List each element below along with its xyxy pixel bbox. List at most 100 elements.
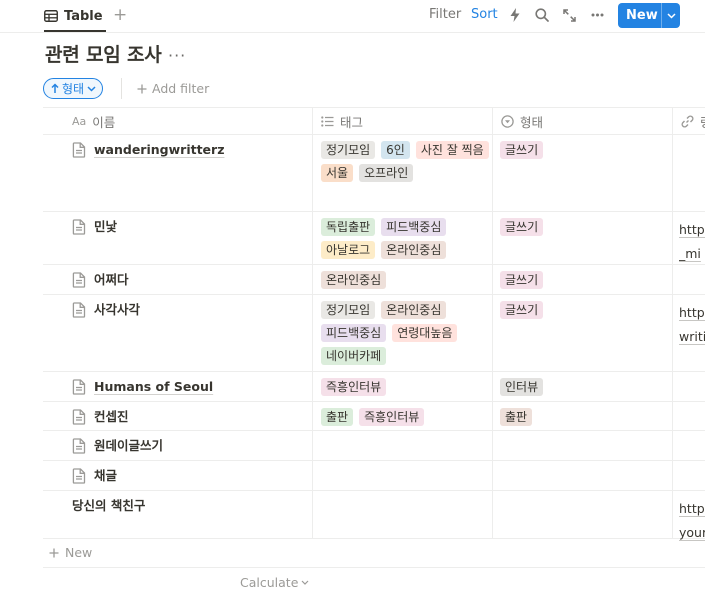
link-text[interactable]: writi [679,325,705,349]
new-button[interactable]: New [618,3,680,28]
row-title-cell[interactable]: wanderingwritterz [72,135,224,159]
tag-chip: 독립출판 [321,218,376,236]
row-title-cell[interactable]: 사각사각 [72,295,140,319]
row-title[interactable]: 채글 [94,467,117,485]
table-row[interactable]: 채글 [43,461,705,491]
view-toolbar: Table + Filter Sort New [0,0,705,32]
filter-button[interactable]: Filter [429,7,461,23]
table-row[interactable]: 민낯 독립출판 피드백중심아날로그 온라인중심 글쓰기 https://_mi [43,212,705,265]
type-chip: 글쓰기 [500,271,544,289]
more-options-icon[interactable] [589,7,605,23]
column-header-tags[interactable]: 태그 [321,108,363,135]
tag-chip: 6인 [381,141,410,159]
list-icon [321,116,334,127]
add-row-label: New [65,545,93,560]
page-icon [72,142,86,158]
add-filter-button[interactable]: Add filter [137,81,209,96]
tag-chip: 정기모임 [321,301,376,319]
link-text[interactable]: _mi [679,242,705,266]
type-cell[interactable]: 글쓰기 [500,271,660,289]
row-title[interactable]: 컨셉진 [94,408,129,426]
tab-table-view[interactable]: Table [44,3,103,29]
filter-divider [121,78,122,99]
type-chip: 글쓰기 [500,141,544,159]
row-title-cell[interactable]: 채글 [72,461,117,485]
type-cell[interactable]: 글쓰기 [500,301,660,319]
calculate-button[interactable]: Calculate [240,575,309,590]
tag-chip: 네이버카페 [321,347,387,365]
row-title[interactable]: Humans of Seoul [94,378,213,396]
search-icon[interactable] [534,7,550,23]
type-chip: 인터뷰 [500,378,544,396]
sort-button[interactable]: Sort [471,7,498,23]
row-title-cell[interactable]: 민낯 [72,212,117,236]
table-row[interactable]: 원데이글쓰기 [43,431,705,461]
link-cell[interactable]: https://your [679,497,705,545]
row-title[interactable]: wanderingwritterz [94,141,224,159]
chevron-down-icon [87,85,96,92]
column-header-label: 태그 [340,115,364,130]
type-cell[interactable]: 글쓰기 [500,218,660,236]
tag-chip: 피드백중심 [321,324,387,342]
row-title[interactable]: 사각사각 [94,301,140,319]
column-header-type[interactable]: 형태 [501,108,543,135]
type-cell[interactable]: 출판 [500,408,660,426]
text-property-icon: Aa [72,115,87,128]
tag-chip: 온라인중심 [381,301,447,319]
tags-cell[interactable]: 독립출판 피드백중심 아날로그 온라인중심 [321,218,497,259]
row-title[interactable]: 원데이글쓰기 [94,437,163,455]
tag-chip: 오프라인 [359,164,414,182]
select-icon [501,115,514,128]
link-text[interactable]: https:// [679,301,705,325]
tags-cell[interactable]: 출판 즉흥인터뷰 [321,408,497,426]
expand-icon[interactable] [561,7,577,23]
type-chip: 글쓰기 [500,301,544,319]
page-icon [72,272,86,288]
table-row[interactable]: 당신의 책친구https://your [43,491,705,540]
page-icon [72,468,86,484]
toolbar-divider [0,32,705,33]
table-icon [44,10,58,22]
table-row[interactable]: 사각사각 정기모임 온라인중심피드백중심 연령대높음네이버카페 글쓰기 https://w… [43,295,705,372]
type-cell[interactable]: 글쓰기 [500,141,660,159]
row-title-cell[interactable]: 컨셉진 [72,402,129,426]
row-title[interactable]: 어쩌다 [94,271,129,289]
tags-cell[interactable]: 정기모임 6인 사진 잘 찍음 서울 오프라인 [321,141,497,182]
row-title-cell[interactable]: 당신의 책친구 [72,491,145,515]
table-row[interactable]: Humans of Seoul 즉흥인터뷰 인터뷰 [43,372,705,402]
tags-cell[interactable]: 온라인중심 [321,271,497,289]
table-row[interactable]: 컨셉진 출판 즉흥인터뷰 출판 [43,402,705,431]
link-cell[interactable]: https://writi [679,301,705,349]
link-text[interactable]: https:// [679,497,705,521]
row-title[interactable]: 당신의 책친구 [72,497,145,515]
row-title[interactable]: 민낯 [94,218,117,236]
view-tab-label: Table [64,8,103,24]
link-text[interactable]: https:// [679,218,705,242]
row-title-cell[interactable]: 어쩌다 [72,265,129,289]
add-row-button[interactable]: New [43,539,705,568]
add-filter-label: Add filter [152,81,210,96]
column-header-link[interactable]: 링 [681,108,705,135]
table-row[interactable]: wanderingwritterz 정기모임 6인 사진 잘 찍음 서울 오프라인 글쓰기 [43,135,705,212]
tag-chip: 즉흥인터뷰 [359,408,425,426]
tags-cell[interactable]: 정기모임 온라인중심 피드백중심 연령대높음 네이버카페 [321,301,497,365]
page-icon [72,438,86,454]
tags-cell[interactable]: 즉흥인터뷰 [321,378,497,396]
type-chip: 출판 [500,408,533,426]
automation-icon[interactable] [507,7,523,23]
tag-chip: 아날로그 [321,241,376,259]
title-more-button[interactable]: ··· [168,46,186,65]
page-title[interactable]: 관련 모임 조사 [45,42,162,68]
sort-chip[interactable]: 형태 [43,78,104,99]
table-row[interactable]: 어쩌다 온라인중심 글쓰기 [43,265,705,295]
column-header-label: 링 [700,112,705,131]
column-header-label: 이름 [92,115,116,130]
chevron-down-icon[interactable] [662,12,680,19]
add-view-button[interactable]: + [113,6,127,24]
plus-icon [49,548,59,557]
link-cell[interactable]: https://_mi [679,218,705,266]
row-title-cell[interactable]: 원데이글쓰기 [72,431,163,455]
column-header-name[interactable]: Aa 이름 [72,108,115,135]
row-title-cell[interactable]: Humans of Seoul [72,372,213,396]
type-cell[interactable]: 인터뷰 [500,378,660,396]
